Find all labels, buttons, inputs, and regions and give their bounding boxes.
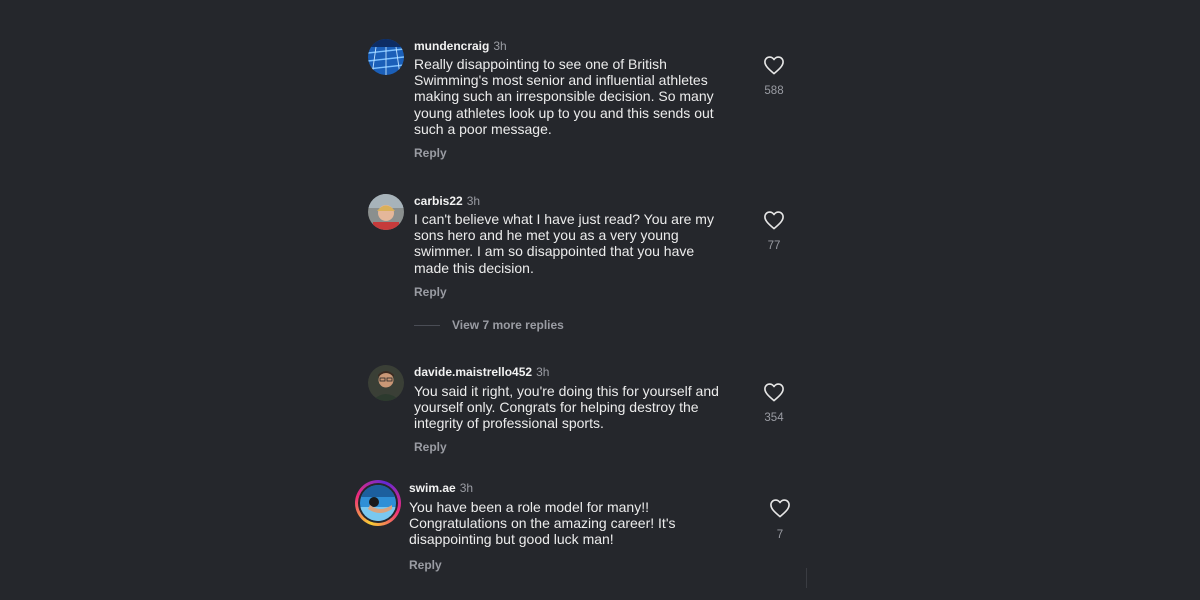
- comment-time: 3h: [493, 39, 507, 53]
- comments-feed: mundencraig 3h Really disappointing to se…: [0, 0, 1200, 600]
- comment-header: carbis22 3h: [414, 194, 480, 208]
- heart-outline-icon[interactable]: [769, 498, 791, 518]
- story-ring[interactable]: [355, 480, 401, 526]
- heart-outline-icon[interactable]: [763, 210, 785, 230]
- comment-text: You have been a role model for many!! Co…: [409, 499, 676, 548]
- like-count: 7: [776, 529, 784, 541]
- avatar[interactable]: [368, 39, 404, 75]
- comment-time: 3h: [459, 481, 474, 495]
- comment-text-line: swimmer. I am so disappointed that you h…: [414, 243, 695, 260]
- replies-divider: [414, 325, 440, 326]
- scroll-edge-divider: [806, 568, 807, 588]
- comment-text-line: disappointing but good luck man!: [409, 531, 614, 548]
- avatar[interactable]: [368, 365, 404, 401]
- comment-header: swim.ae 3h: [409, 481, 473, 495]
- like-count: 77: [767, 240, 781, 252]
- comment-text-line: young athletes look up to you and this s…: [414, 104, 714, 121]
- reply-button[interactable]: Reply: [414, 146, 447, 160]
- comment-text-line: Really disappointing to see one of Briti…: [414, 56, 667, 72]
- heart-outline-icon[interactable]: [763, 55, 785, 75]
- comment-text-line: Swimming's most senior and influential a…: [414, 72, 708, 89]
- reply-button[interactable]: Reply: [414, 440, 447, 454]
- comment-text-line: made this decision.: [414, 259, 534, 276]
- username-link[interactable]: swim.ae: [409, 481, 456, 495]
- comment-time: 3h: [466, 194, 481, 208]
- reply-button[interactable]: Reply: [414, 285, 447, 299]
- comment-text-line: I can't believe what I have just read? Y…: [414, 211, 714, 227]
- comment-header: davide.maistrello452 3h: [414, 365, 549, 379]
- like-count: 354: [764, 412, 784, 424]
- reply-button[interactable]: Reply: [409, 558, 442, 572]
- comment-text-line: integrity of professional sports.: [414, 415, 604, 432]
- username-link[interactable]: davide.maistrello452: [414, 365, 532, 379]
- comment-text-line: sons hero and he met you as a very young: [414, 227, 679, 244]
- comment-text: You said it right, you're doing this for…: [414, 383, 719, 432]
- comment-text: I can't believe what I have just read? Y…: [414, 211, 714, 276]
- avatar: [360, 485, 396, 521]
- heart-outline-icon[interactable]: [763, 382, 785, 402]
- comment-header: mundencraig 3h: [414, 39, 507, 53]
- username-link[interactable]: mundencraig: [414, 39, 489, 53]
- comment-text-line: making such an irresponsible decision. S…: [414, 88, 714, 105]
- comment-text-line: yourself only. Congrats for helping dest…: [414, 399, 699, 416]
- comment-text: Really disappointing to see one of Briti…: [414, 56, 714, 137]
- username-link[interactable]: carbis22: [414, 194, 463, 208]
- view-more-replies-label: View 7 more replies: [452, 318, 564, 332]
- comment-text-line: You said it right, you're doing this for…: [414, 383, 719, 399]
- comment-time: 3h: [536, 365, 550, 379]
- comment-text-line: such a poor message.: [414, 120, 552, 137]
- comment-text-line: Congratulations on the amazing career! I…: [409, 515, 676, 532]
- comment-text-line: You have been a role model for many!!: [409, 499, 649, 515]
- avatar[interactable]: [368, 194, 404, 230]
- like-count: 588: [764, 85, 784, 97]
